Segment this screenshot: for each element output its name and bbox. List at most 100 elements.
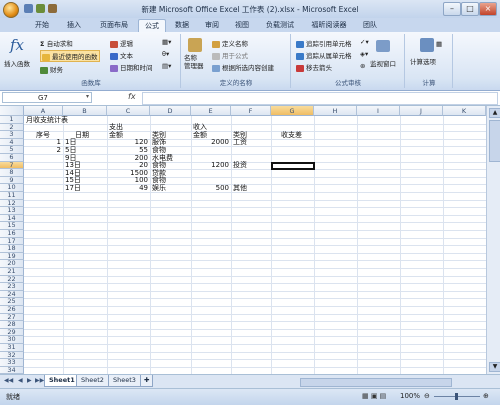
column-header-b[interactable]: B bbox=[63, 106, 107, 116]
scroll-up-icon[interactable]: ▲ bbox=[489, 108, 500, 118]
more-functions-icon[interactable]: ▤▾ bbox=[162, 62, 171, 70]
gridline bbox=[24, 214, 486, 216]
title-bar: 新建 Microsoft Office Excel 工作表 (2).xlsx -… bbox=[0, 0, 500, 19]
cell-a5[interactable]: 2 bbox=[24, 145, 61, 156]
last-sheet-icon[interactable]: ▶▶ bbox=[35, 377, 44, 384]
cell-c10[interactable]: 49 bbox=[107, 183, 148, 194]
gridline bbox=[24, 366, 486, 368]
maximize-button[interactable]: □ bbox=[461, 2, 479, 16]
trace-precedents-button[interactable]: 追踪引用单元格 bbox=[296, 38, 352, 48]
gridline bbox=[24, 146, 486, 148]
name-manager-icon bbox=[188, 38, 202, 52]
name-box[interactable]: G7 bbox=[2, 92, 92, 103]
tab-load-test[interactable]: 负载测试 bbox=[262, 19, 298, 32]
calc-now-icon[interactable]: ▦ bbox=[436, 40, 442, 48]
formula-input[interactable] bbox=[142, 92, 498, 105]
column-header-h[interactable]: H bbox=[314, 106, 357, 116]
zoom-in-icon[interactable]: ⊕ bbox=[483, 392, 489, 400]
column-header-c[interactable]: C bbox=[107, 106, 150, 116]
lookup-icon[interactable]: ▦▾ bbox=[162, 38, 171, 46]
text-button[interactable]: 文本 bbox=[110, 50, 133, 60]
arrow-icon bbox=[296, 52, 304, 60]
gridline bbox=[24, 176, 486, 178]
cell-f10[interactable]: 其他 bbox=[233, 183, 247, 194]
gridline bbox=[24, 192, 486, 193]
datetime-button[interactable]: 日期和时间 bbox=[110, 62, 153, 72]
cell-b10[interactable]: 17日 bbox=[65, 183, 81, 194]
cell-a1[interactable]: 月收支统计表 bbox=[26, 115, 68, 126]
first-sheet-icon[interactable]: ◀◀ bbox=[4, 377, 13, 384]
evaluate-icon[interactable]: ⊛ bbox=[360, 62, 365, 70]
recently-used-button[interactable]: 最近使用的函数 bbox=[40, 50, 100, 62]
close-button[interactable]: × bbox=[479, 2, 497, 16]
check-icon[interactable]: ✓▾ bbox=[360, 38, 369, 46]
sheet-tab-sheet2[interactable]: Sheet2 bbox=[76, 375, 109, 387]
column-header-d[interactable]: D bbox=[150, 106, 191, 116]
column-header-i[interactable]: I bbox=[357, 106, 400, 116]
column-header-k[interactable]: K bbox=[443, 106, 486, 116]
insert-function-fx[interactable]: fx bbox=[128, 92, 136, 101]
sheet-tab-sheet1[interactable]: Sheet1 bbox=[44, 375, 80, 387]
tab-home[interactable]: 开始 bbox=[30, 19, 54, 32]
ribbon: fx 插入函数 Σ 自动求和 最近使用的函数 财务 逻辑 文本 日期和时间 ▦▾… bbox=[0, 32, 500, 91]
sheet-tab-sheet3[interactable]: Sheet3 bbox=[108, 375, 141, 387]
star-icon bbox=[42, 53, 50, 61]
autosum-button[interactable]: Σ 自动求和 bbox=[40, 38, 73, 48]
cell-f7[interactable]: 投资 bbox=[233, 160, 247, 171]
next-sheet-icon[interactable]: ▶ bbox=[27, 377, 32, 384]
cell-e7[interactable]: 1200 bbox=[191, 160, 229, 171]
cell-g3[interactable]: 收支差 bbox=[281, 130, 302, 141]
math-icon[interactable]: θ▾ bbox=[162, 50, 169, 58]
cell-f4[interactable]: 工资 bbox=[233, 137, 247, 148]
column-header-g[interactable]: G bbox=[271, 106, 314, 116]
remove-arrow-icon bbox=[296, 64, 304, 72]
tab-foxit[interactable]: 福昕阅读器 bbox=[306, 19, 352, 32]
create-from-selection-button[interactable]: 根据所选内容创建 bbox=[212, 62, 274, 72]
zoom-out-icon[interactable]: ⊖ bbox=[424, 392, 430, 400]
trace-dependents-button[interactable]: 追踪从属单元格 bbox=[296, 50, 352, 60]
view-buttons[interactable]: ▦ ▣ ▤ bbox=[362, 392, 386, 400]
scroll-thumb[interactable] bbox=[489, 120, 500, 162]
use-in-formula-button[interactable]: 用于公式 bbox=[212, 50, 248, 60]
cell-e4[interactable]: 2000 bbox=[191, 137, 229, 148]
column-header-f[interactable]: F bbox=[231, 106, 271, 116]
name-manager-button[interactable]: 名称 管理器 bbox=[184, 54, 204, 70]
logical-button[interactable]: 逻辑 bbox=[110, 38, 133, 48]
gridline bbox=[63, 116, 64, 374]
zoom-level[interactable]: 100% bbox=[400, 392, 420, 400]
gridline bbox=[443, 116, 444, 374]
row-header-34[interactable]: 34 bbox=[0, 366, 24, 374]
tab-formulas[interactable]: 公式 bbox=[138, 19, 166, 33]
ribbon-tabs: 开始 插入 页面布局 公式 数据 审阅 视图 负载测试 福昕阅读器 团队 bbox=[0, 18, 500, 33]
tab-team[interactable]: 团队 bbox=[358, 19, 382, 32]
financial-button[interactable]: 财务 bbox=[40, 64, 63, 74]
define-name-button[interactable]: 定义名称 bbox=[212, 38, 248, 48]
zoom-slider-thumb[interactable] bbox=[455, 393, 458, 400]
new-sheet-icon[interactable]: ✚ bbox=[140, 375, 154, 387]
active-cell-selection[interactable] bbox=[271, 161, 315, 171]
tab-review[interactable]: 审阅 bbox=[200, 19, 224, 32]
error-check-icon[interactable]: ◈▾ bbox=[360, 50, 368, 58]
tab-page-layout[interactable]: 页面布局 bbox=[96, 19, 132, 32]
scroll-down-icon[interactable]: ▼ bbox=[489, 362, 500, 372]
worksheet-grid[interactable]: ABCDEFGHIJK 1 2 3 4 5 6 7 8 9 10 11 12 13 14 15 16 17 18 1… bbox=[0, 106, 486, 374]
insert-function-button[interactable]: 插入函数 bbox=[4, 58, 30, 68]
column-header-j[interactable]: J bbox=[400, 106, 443, 116]
remove-arrows-button[interactable]: 移去箭头 bbox=[296, 62, 332, 72]
tab-data[interactable]: 数据 bbox=[170, 19, 194, 32]
namebox-dropdown-icon[interactable]: ▾ bbox=[86, 93, 89, 100]
horizontal-scrollbar[interactable] bbox=[300, 378, 452, 387]
group-label-calculation: 计算 bbox=[422, 79, 436, 87]
prev-sheet-icon[interactable]: ◀ bbox=[18, 377, 23, 384]
cell-e10[interactable]: 500 bbox=[191, 183, 229, 194]
tab-view[interactable]: 视图 bbox=[230, 19, 254, 32]
minimize-button[interactable]: – bbox=[443, 2, 461, 16]
cell-b3[interactable]: 日期 bbox=[75, 130, 89, 141]
column-header-e[interactable]: E bbox=[191, 106, 231, 116]
vertical-scrollbar[interactable]: ▲ ▼ bbox=[486, 106, 500, 374]
watch-window-button[interactable]: 监视窗口 bbox=[370, 58, 396, 68]
cell-d10[interactable]: 娱乐 bbox=[152, 183, 166, 194]
tab-insert[interactable]: 插入 bbox=[62, 19, 86, 32]
logic-icon bbox=[110, 40, 118, 48]
calc-options-button[interactable]: 计算选项 bbox=[410, 56, 436, 66]
